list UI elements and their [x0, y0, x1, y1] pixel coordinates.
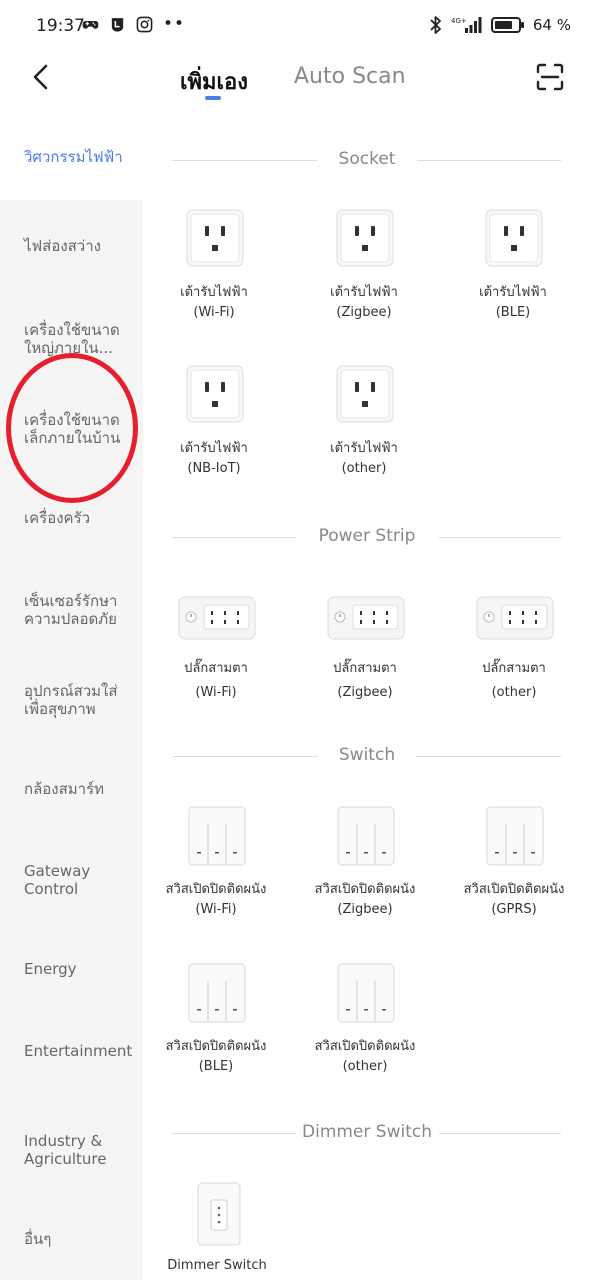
wall-switch-icon	[337, 806, 395, 866]
device-name: สวิสเปิดปิดติดผนัง	[314, 1039, 416, 1054]
category-sidebar: วิศวกรรมไฟฟ้า ไฟส่องสว่าง เครื่องใช้ขนาด…	[0, 116, 143, 1280]
instagram-icon	[136, 16, 153, 33]
qr-scan-icon[interactable]	[535, 62, 565, 92]
socket-icon	[336, 209, 394, 267]
sidebar-item-security-sensors[interactable]: เซ็นเซอร์รักษาความปลอดภัย	[24, 592, 134, 628]
power-strip-icon	[327, 596, 405, 640]
device-switch-zigbee[interactable]: สวิสเปิดปิดติดผนัง (Zigbee)	[295, 806, 435, 936]
network-type: 4G+	[451, 17, 467, 25]
socket-icon	[336, 365, 394, 423]
status-bar: 19:37 •• 4G+ 64 %	[0, 0, 591, 56]
socket-icon	[186, 365, 244, 423]
device-protocol: (Wi-Fi)	[193, 305, 235, 320]
device-socket-nbiot[interactable]: เต้ารับไฟฟ้า (NB-IoT)	[144, 365, 284, 495]
wall-switch-icon	[188, 806, 246, 866]
wall-switch-icon	[486, 806, 544, 866]
sidebar-item-entertainment[interactable]: Entertainment	[24, 1042, 134, 1060]
device-name: สวิสเปิดปิดติดผนัง	[314, 882, 416, 897]
device-protocol: (Wi-Fi)	[195, 902, 237, 917]
tab-auto-scan[interactable]: Auto Scan	[294, 64, 406, 89]
tab-manual-add[interactable]: เพิ่มเอง	[180, 64, 248, 99]
battery-percent: 64 %	[532, 16, 571, 34]
device-name: เต้ารับไฟฟ้า	[330, 441, 398, 456]
device-name: ปลั๊กสามตา	[482, 661, 546, 676]
power-strip-icon	[178, 596, 256, 640]
section-title: Switch	[338, 745, 396, 765]
system-icons: 4G+ 64 %	[429, 15, 571, 35]
section-header-power-strip: Power Strip	[143, 526, 591, 550]
sidebar-item-gateway-control[interactable]: Gateway Control	[24, 862, 134, 898]
device-protocol: (BLE)	[198, 1059, 234, 1074]
device-protocol: (NB-IoT)	[187, 461, 241, 476]
device-name: เต้ารับไฟฟ้า	[330, 285, 398, 300]
device-name: เต้ารับไฟฟ้า	[479, 285, 547, 300]
signal-icon: 4G+	[451, 17, 482, 33]
power-strip-icon	[476, 596, 554, 640]
device-power-strip-other[interactable]: ปลั๊กสามตา (other)	[444, 589, 584, 719]
device-name: เต้ารับไฟฟ้า	[180, 441, 248, 456]
device-socket-wifi[interactable]: เต้ารับไฟฟ้า (Wi-Fi)	[144, 209, 284, 339]
sidebar-item-large-appliances[interactable]: เครื่องใช้ขนาดใหญ่ภายใน...	[24, 321, 134, 357]
device-name: เต้ารับไฟฟ้า	[180, 285, 248, 300]
device-power-strip-wifi[interactable]: ปลั๊กสามตา (Wi-Fi)	[146, 589, 286, 719]
socket-icon	[485, 209, 543, 267]
sidebar-item-kitchen[interactable]: เครื่องครัว	[24, 509, 134, 527]
device-protocol: (GPRS)	[491, 902, 537, 917]
device-socket-other[interactable]: เต้ารับไฟฟ้า (other)	[294, 365, 434, 495]
device-name: สวิสเปิดปิดติดผนัง	[165, 1039, 267, 1054]
device-protocol: (BLE)	[495, 305, 531, 320]
device-dimmer-switch[interactable]: Dimmer Switch	[147, 1182, 287, 1280]
device-name: Dimmer Switch	[167, 1258, 267, 1273]
active-tab-indicator	[205, 96, 221, 100]
sidebar-item-others[interactable]: อื่นๆ	[24, 1230, 134, 1248]
notification-icons: ••	[82, 16, 185, 33]
section-title: Power Strip	[318, 526, 416, 546]
device-switch-ble[interactable]: สวิสเปิดปิดติดผนัง (BLE)	[146, 963, 286, 1093]
device-switch-gprs[interactable]: สวิสเปิดปิดติดผนัง (GPRS)	[444, 806, 584, 936]
device-protocol: (Zigbee)	[337, 685, 393, 700]
sidebar-item-lighting[interactable]: ไฟส่องสว่าง	[24, 237, 134, 255]
device-power-strip-zigbee[interactable]: ปลั๊กสามตา (Zigbee)	[295, 589, 435, 719]
sidebar-item-industry-agriculture[interactable]: Industry & Agriculture	[24, 1132, 134, 1168]
device-protocol: (other)	[342, 1059, 388, 1074]
device-protocol: (other)	[491, 685, 537, 700]
status-time: 19:37	[36, 16, 85, 36]
device-switch-other[interactable]: สวิสเปิดปิดติดผนัง (other)	[295, 963, 435, 1093]
gamepad-icon	[82, 20, 99, 29]
more-notifications-dots: ••	[163, 14, 186, 34]
bluetooth-icon	[430, 16, 441, 34]
device-name: ปลั๊กสามตา	[184, 661, 248, 676]
device-socket-ble[interactable]: เต้ารับไฟฟ้า (BLE)	[443, 209, 583, 339]
section-header-switch: Switch	[143, 745, 591, 769]
wall-switch-icon	[337, 963, 395, 1023]
section-title: Dimmer Switch	[302, 1122, 432, 1142]
section-header-dimmer-switch: Dimmer Switch	[143, 1122, 591, 1146]
device-name: สวิสเปิดปิดติดผนัง	[463, 882, 565, 897]
sidebar-item-health-wearables[interactable]: อุปกรณ์สวมใส่เพื่อสุขภาพ	[24, 682, 134, 718]
device-socket-zigbee[interactable]: เต้ารับไฟฟ้า (Zigbee)	[294, 209, 434, 339]
sidebar-item-energy[interactable]: Energy	[24, 960, 134, 978]
top-bar: เพิ่มเอง Auto Scan	[0, 56, 591, 116]
socket-icon	[186, 209, 244, 267]
section-header-socket: Socket	[143, 149, 591, 173]
device-switch-wifi[interactable]: สวิสเปิดปิดติดผนัง (Wi-Fi)	[146, 806, 286, 936]
section-title: Socket	[338, 149, 396, 169]
device-protocol: (Zigbee)	[336, 305, 392, 320]
dimmer-switch-icon	[197, 1182, 241, 1246]
sidebar-item-electrical-engineering[interactable]: วิศวกรรมไฟฟ้า	[24, 148, 134, 166]
device-protocol: (other)	[341, 461, 387, 476]
wall-switch-icon	[188, 963, 246, 1023]
sidebar-item-smart-camera[interactable]: กล้องสมาร์ท	[24, 780, 134, 798]
battery-icon	[490, 17, 524, 33]
device-name: ปลั๊กสามตา	[333, 661, 397, 676]
device-name: สวิสเปิดปิดติดผนัง	[165, 882, 267, 897]
device-protocol: (Wi-Fi)	[195, 685, 237, 700]
line-icon	[111, 18, 124, 32]
device-grid: Socket เต้ารับไฟฟ้า (Wi-Fi) เต้ารับไฟฟ้า…	[143, 116, 591, 1280]
device-protocol: (Zigbee)	[337, 902, 393, 917]
red-highlight-circle	[6, 353, 138, 503]
back-arrow-icon[interactable]	[26, 62, 56, 92]
